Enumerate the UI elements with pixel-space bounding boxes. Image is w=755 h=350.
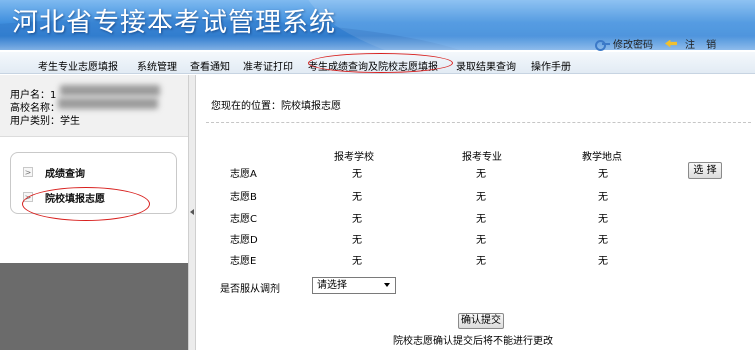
adjustment-label: 是否服从调剂 — [220, 284, 280, 295]
column-header-school: 报考学校 — [334, 152, 374, 163]
nav-score-and-school-application[interactable]: 考生成绩查询及院校志愿填报 — [308, 58, 438, 73]
choice-c-location: 无 — [598, 214, 608, 225]
divider — [206, 122, 751, 123]
logout-label: 注 销 — [685, 40, 721, 51]
nav-system-management[interactable]: 系统管理 — [137, 58, 177, 73]
choice-e-major: 无 — [476, 256, 486, 267]
sidebar-menu: > 成绩查询 > 院校填报志愿 — [10, 152, 177, 214]
confirm-submit-button[interactable]: 确认提交 — [458, 313, 504, 329]
submit-warning-note: 院校志愿确认提交后将不能进行更改 — [393, 336, 553, 347]
nav-admission-results[interactable]: 录取结果查询 — [456, 58, 516, 73]
choice-e-school: 无 — [352, 256, 362, 267]
nav-print-admission-ticket[interactable]: 准考证打印 — [243, 58, 293, 73]
user-type-label: 用户类别： — [10, 116, 60, 127]
choice-a-major: 无 — [476, 169, 486, 180]
sidebar-empty-area — [0, 263, 188, 350]
adjustment-select-value: 请选择 — [317, 280, 347, 291]
nav-user-manual[interactable]: 操作手册 — [531, 58, 571, 73]
choice-e-label: 志愿E — [230, 256, 257, 267]
choice-d-location: 无 — [598, 235, 608, 246]
choice-c-label: 志愿C — [230, 214, 257, 225]
school-redacted — [58, 98, 158, 109]
choice-b-major: 无 — [476, 192, 486, 203]
choice-b-label: 志愿B — [230, 192, 257, 203]
nav-major-application[interactable]: 考生专业志愿填报 — [38, 58, 118, 73]
choice-c-major: 无 — [476, 214, 486, 225]
user-type-row: 用户类别：学生 — [10, 112, 80, 127]
sidebar-item-school-application[interactable]: > 院校填报志愿 — [23, 188, 105, 206]
dropdown-arrow-icon — [384, 283, 390, 287]
adjustment-select[interactable]: 请选择 — [312, 277, 396, 294]
column-header-location: 教学地点 — [582, 152, 622, 163]
sidebar-item-score-query[interactable]: > 成绩查询 — [23, 163, 85, 181]
column-header-major: 报考专业 — [462, 152, 502, 163]
user-info-panel: 用户名：1 高校名称： 用户类别：学生 — [0, 75, 188, 137]
logout-icon — [665, 39, 681, 49]
choice-a-school: 无 — [352, 169, 362, 180]
sidebar-splitter[interactable] — [188, 75, 196, 350]
choice-b-location: 无 — [598, 192, 608, 203]
key-icon — [594, 39, 610, 51]
sidebar: 用户名：1 高校名称： 用户类别：学生 > 成绩查询 > 院校填报志愿 — [0, 75, 188, 350]
choice-c-school: 无 — [352, 214, 362, 225]
chevron-right-icon: > — [23, 167, 33, 177]
logout-link[interactable]: 注 销 — [665, 36, 720, 51]
choice-e-location: 无 — [598, 256, 608, 267]
username-redacted — [60, 85, 160, 96]
breadcrumb: 您现在的位置：院校填报志愿 — [211, 101, 341, 112]
change-password-link[interactable]: 修改密码 — [594, 36, 653, 51]
change-password-label: 修改密码 — [613, 40, 653, 51]
choice-a-label: 志愿A — [230, 169, 257, 180]
main-content: 您现在的位置：院校填报志愿 报考学校 报考专业 教学地点 志愿A 无 无 无 选… — [196, 75, 755, 350]
choice-a-location: 无 — [598, 169, 608, 180]
user-type-value: 学生 — [60, 116, 80, 127]
nav-view-notices[interactable]: 查看通知 — [190, 58, 230, 73]
main-nav: 考生专业志愿填报 系统管理 查看通知 准考证打印 考生成绩查询及院校志愿填报 录… — [0, 52, 755, 74]
chevron-right-icon: > — [23, 192, 33, 202]
choice-b-school: 无 — [352, 192, 362, 203]
top-links: 修改密码 注 销 — [0, 33, 755, 53]
sidebar-item-label: 成绩查询 — [45, 168, 85, 180]
select-button[interactable]: 选 择 — [688, 162, 722, 179]
sidebar-item-label: 院校填报志愿 — [45, 193, 105, 205]
collapse-arrow-icon[interactable] — [190, 209, 194, 215]
choice-d-label: 志愿D — [230, 235, 258, 246]
choice-d-major: 无 — [476, 235, 486, 246]
choice-d-school: 无 — [352, 235, 362, 246]
